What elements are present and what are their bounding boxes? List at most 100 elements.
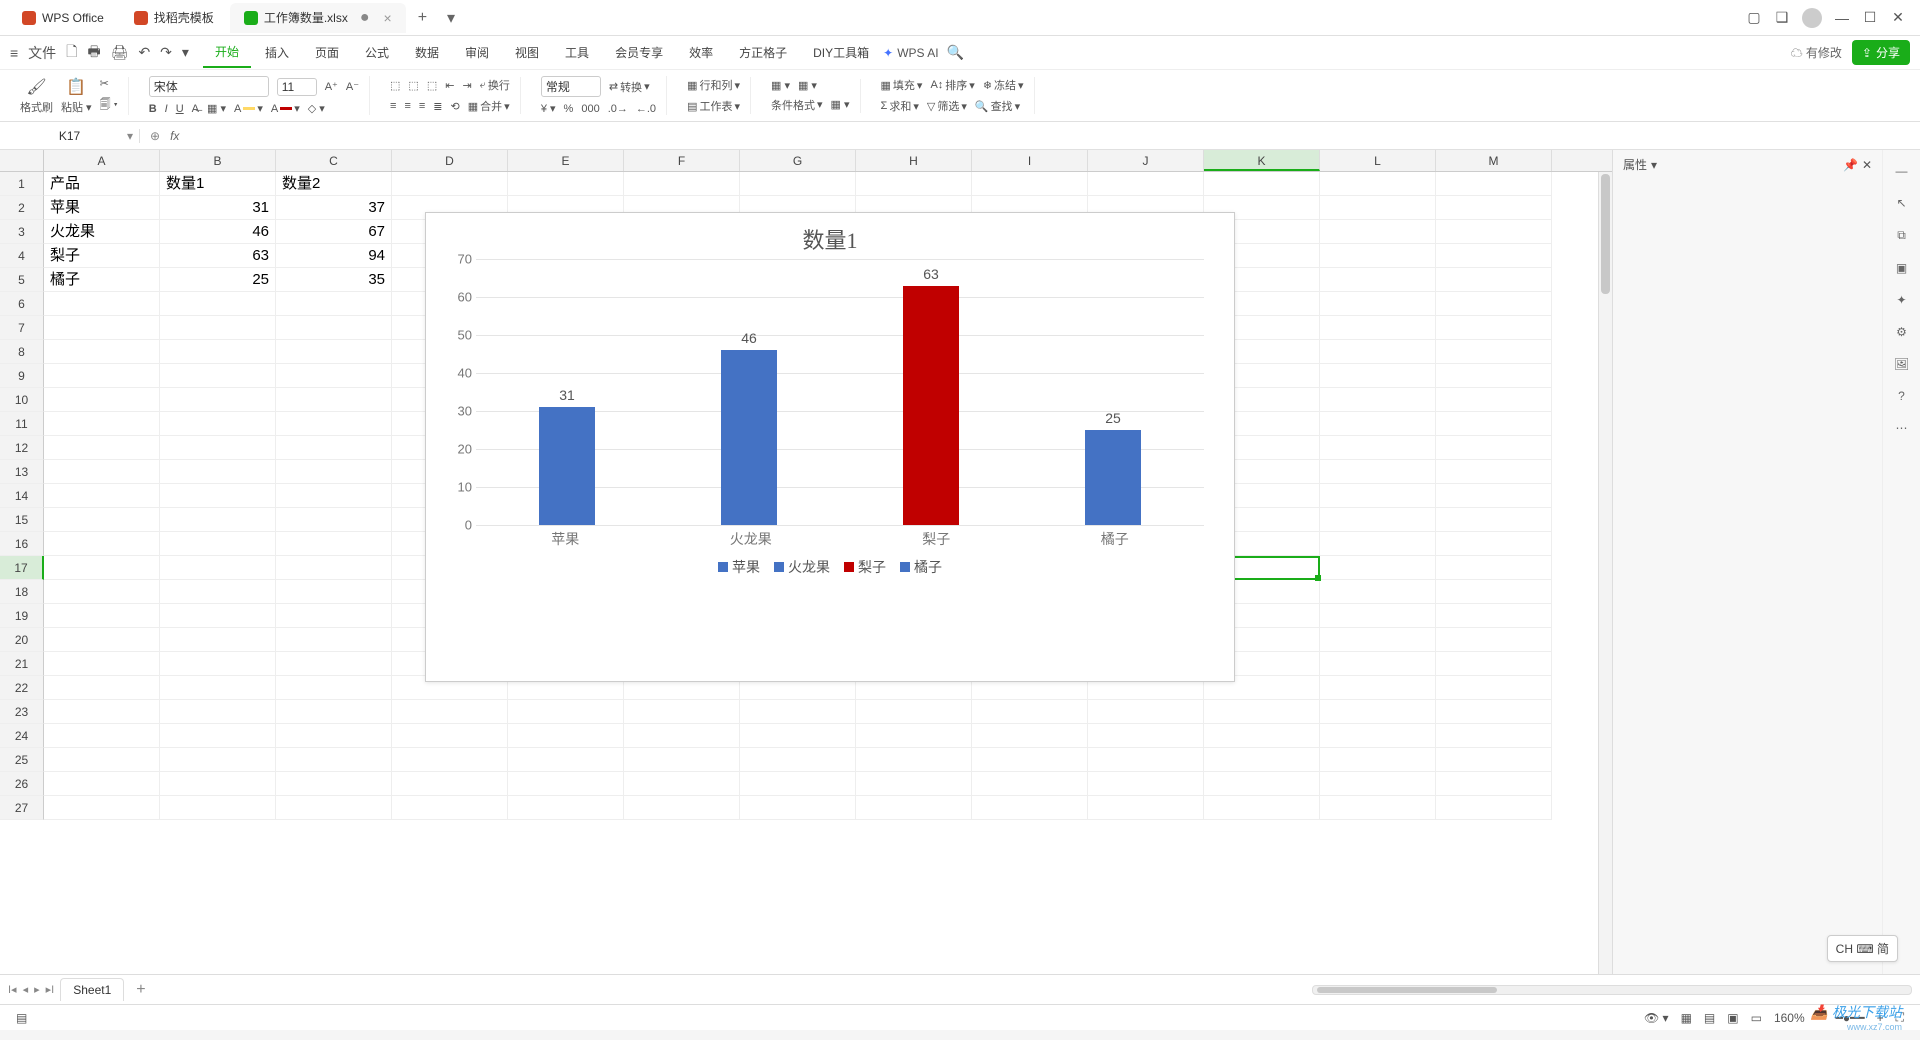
cell[interactable] [1320,628,1436,652]
cell[interactable] [276,364,392,388]
font-size-select[interactable]: 11 [277,78,317,96]
cell[interactable] [1436,532,1552,556]
chevron-down-icon[interactable]: ▾ [1651,158,1657,172]
cell[interactable] [160,412,276,436]
col-header[interactable]: B [160,150,276,171]
percent-button[interactable]: % [564,103,574,115]
cell[interactable] [44,388,160,412]
align-left-button[interactable]: ≡ [390,100,396,112]
cell[interactable] [1204,172,1320,196]
cell[interactable]: 25 [160,268,276,292]
cell[interactable] [624,772,740,796]
select-all-corner[interactable] [0,150,44,171]
row-header[interactable]: 26 [0,772,44,796]
sum-button[interactable]: Σ 求和 ▾ [881,98,919,114]
status-menu-icon[interactable]: ▤ [10,1011,33,1025]
cloud-status[interactable]: ☁ 有修改 [1791,44,1842,61]
cell[interactable]: 46 [160,220,276,244]
bar[interactable] [539,407,595,525]
ime-indicator[interactable]: CH ⌨ 简 [1827,935,1898,962]
cell[interactable] [624,724,740,748]
cell[interactable] [160,484,276,508]
image-icon[interactable]: 🖼 [1894,357,1909,371]
cond-fmt-button[interactable]: 条件格式 ▾ [771,97,823,113]
copy-button[interactable]: 🗐 ▾ [100,96,118,115]
number-format-select[interactable]: 常规 [541,76,601,97]
cell[interactable]: 产品 [44,172,160,196]
cell[interactable] [740,724,856,748]
cell[interactable] [160,556,276,580]
normal-view-icon[interactable]: ▤ [1698,1011,1721,1025]
row-col-button[interactable]: ▦ 行和列 ▾ [687,77,740,93]
app-tab-wps[interactable]: WPS Office [8,3,118,33]
cell[interactable] [392,724,508,748]
cell[interactable] [1436,220,1552,244]
cell[interactable] [160,604,276,628]
grid[interactable]: ABCDEFGHIJKLM 12345678910111213141516171… [0,150,1612,974]
currency-button[interactable]: ¥ ▾ [541,102,556,115]
cell[interactable] [1436,244,1552,268]
cell[interactable]: 苹果 [44,196,160,220]
cell[interactable]: 火龙果 [44,220,160,244]
cell[interactable] [44,460,160,484]
tab-insert[interactable]: 插入 [253,38,301,67]
sparkle-icon[interactable]: ✦ [1896,293,1906,307]
font-color-button[interactable]: A ▾ [271,102,300,115]
cell[interactable] [972,772,1088,796]
cell[interactable] [1320,604,1436,628]
cell[interactable]: 37 [276,196,392,220]
cell[interactable] [160,724,276,748]
strike-button[interactable]: A̶ [192,103,199,115]
cell[interactable] [44,652,160,676]
cell[interactable] [1320,748,1436,772]
tab-fangzheng[interactable]: 方正格子 [727,38,799,67]
chevron-down-icon[interactable]: ▾ [127,129,133,143]
cell[interactable] [1320,268,1436,292]
app-tab-template[interactable]: 找稻壳模板 [120,3,228,33]
row-header[interactable]: 12 [0,436,44,460]
tab-page[interactable]: 页面 [303,38,351,67]
cell[interactable] [1088,172,1204,196]
paste-button[interactable]: 📋粘贴 ▾ [61,77,92,115]
cell[interactable] [624,700,740,724]
cell[interactable] [1436,628,1552,652]
row-header[interactable]: 17 [0,556,44,580]
reading-view-icon[interactable]: ▭ [1745,1011,1768,1025]
cell[interactable] [276,604,392,628]
cut-button[interactable]: ✂ [100,77,118,90]
cell[interactable] [1436,580,1552,604]
convert-button[interactable]: ⇄ 转换 ▾ [609,79,650,95]
font-name-select[interactable]: 宋体 [149,76,269,97]
row-header[interactable]: 1 [0,172,44,196]
cell[interactable] [160,460,276,484]
cell[interactable] [276,748,392,772]
cell[interactable] [1320,412,1436,436]
clear-format-button[interactable]: ◇ ▾ [308,102,325,115]
col-header[interactable]: K [1204,150,1320,171]
sort-button[interactable]: A↕ 排序 ▾ [930,77,974,93]
underline-button[interactable]: U [176,103,184,115]
align-justify-button[interactable]: ≣ [433,100,442,113]
cell[interactable] [1320,508,1436,532]
col-header[interactable]: F [624,150,740,171]
row-header[interactable]: 22 [0,676,44,700]
col-header[interactable]: A [44,150,160,171]
cell[interactable] [856,700,972,724]
col-header[interactable]: J [1088,150,1204,171]
cell[interactable] [1088,700,1204,724]
cell[interactable] [276,652,392,676]
cell[interactable] [276,724,392,748]
maximize-button[interactable]: ☐ [1856,9,1884,26]
scroll-thumb[interactable] [1317,987,1497,993]
avatar[interactable] [1802,8,1822,28]
cell[interactable] [160,292,276,316]
print-icon[interactable]: 🖶 [87,41,100,65]
col-header[interactable]: G [740,150,856,171]
tab-review[interactable]: 审阅 [453,38,501,67]
tab-tools[interactable]: 工具 [553,38,601,67]
close-icon[interactable]: ✕ [1862,158,1872,172]
cell[interactable] [1320,388,1436,412]
cell[interactable] [160,652,276,676]
col-header[interactable]: C [276,150,392,171]
cell[interactable] [856,724,972,748]
